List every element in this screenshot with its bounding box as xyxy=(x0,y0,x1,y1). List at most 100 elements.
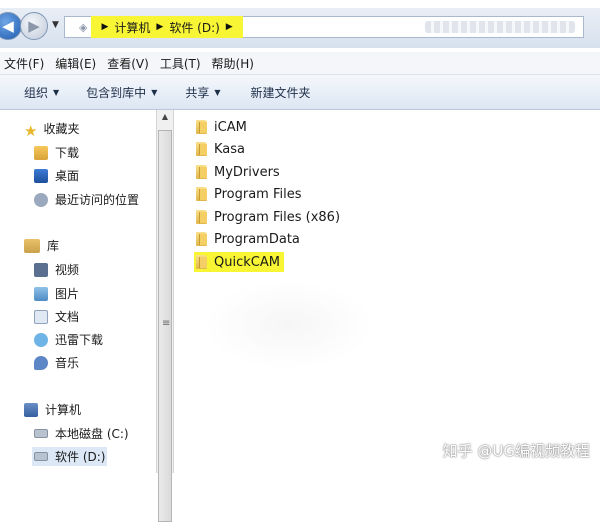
nav-thunder-label: 迅雷下载 xyxy=(55,333,104,347)
scroll-thumb[interactable]: ≡ xyxy=(158,130,172,522)
nav-drive-c[interactable]: 本地磁盘 (C:) xyxy=(34,425,129,442)
forward-button[interactable]: ▶ xyxy=(20,12,48,40)
nav-libraries[interactable]: 库 xyxy=(24,237,59,254)
list-item[interactable]: Kasa xyxy=(196,139,245,159)
music-icon xyxy=(34,355,48,370)
nav-pictures-label: 图片 xyxy=(55,287,80,301)
forward-arrow-icon: ▶ xyxy=(28,17,40,35)
menu-view[interactable]: 查看(V) xyxy=(102,55,154,72)
back-arrow-icon: ◀ xyxy=(2,17,14,35)
file-list: iCAM Kasa MyDrivers Program Files Progra… xyxy=(174,110,600,473)
list-item-highlighted[interactable]: QuickCAM xyxy=(194,252,284,272)
file-name: Kasa xyxy=(214,141,246,157)
command-bar: 组织 ▼ 包含到库中 ▼ 共享 ▼ 新建文件夹 xyxy=(0,75,600,110)
file-name: ProgramData xyxy=(214,231,300,247)
nav-downloads-label: 下载 xyxy=(55,146,80,160)
nav-drive-d[interactable]: 软件 (D:) xyxy=(32,447,108,466)
breadcrumb-drive-d[interactable]: 软件 (D:) xyxy=(169,19,219,36)
navigation-pane: ★ 收藏夹 下载 桌面 最近访问的位置 库 视频 图片 文档 迅雷下载 音乐 计… xyxy=(0,110,156,473)
folder-icon xyxy=(196,187,207,201)
library-icon xyxy=(24,238,40,253)
computer-small-icon: ◈ xyxy=(79,20,88,34)
nav-documents-label: 文档 xyxy=(55,310,80,324)
nav-drive-c-label: 本地磁盘 (C:) xyxy=(55,427,129,441)
file-name: QuickCAM xyxy=(214,254,280,270)
watermark: 知乎 @UG编视频教程 xyxy=(442,442,590,460)
downloads-folder-icon xyxy=(34,145,48,160)
breadcrumb-computer[interactable]: 计算机 xyxy=(114,19,150,36)
folder-icon xyxy=(196,210,207,224)
file-name: Program Files xyxy=(214,186,302,202)
file-name: iCAM xyxy=(214,119,247,135)
folder-icon xyxy=(196,142,207,156)
dropdown-arrow-icon: ▼ xyxy=(214,87,221,97)
file-name: MyDrivers xyxy=(214,164,280,180)
nav-recent[interactable]: 最近访问的位置 xyxy=(34,191,139,208)
nav-favorites-label: 收藏夹 xyxy=(43,122,80,136)
nav-desktop-label: 桌面 xyxy=(55,169,80,183)
include-library-button[interactable]: 包含到库中 ▼ xyxy=(86,84,157,101)
breadcrumb: ▶ 计算机 ▶ 软件 (D:) ▶ xyxy=(91,16,243,38)
include-library-label: 包含到库中 xyxy=(86,85,147,100)
nav-thunder-downloads[interactable]: 迅雷下载 xyxy=(34,331,103,348)
chevron-right-icon[interactable]: ▶ xyxy=(156,22,163,32)
nav-videos[interactable]: 视频 xyxy=(34,261,79,278)
documents-icon xyxy=(34,309,48,324)
folder-icon xyxy=(196,120,207,134)
nav-computer[interactable]: 计算机 xyxy=(24,401,81,418)
computer-icon xyxy=(24,402,38,417)
nav-computer-label: 计算机 xyxy=(45,403,82,417)
chevron-right-icon[interactable]: ▶ xyxy=(101,22,108,32)
scroll-up-icon[interactable]: ▲ xyxy=(157,112,173,121)
nav-recent-label: 最近访问的位置 xyxy=(55,193,140,207)
address-box[interactable]: ◈ ▶ 计算机 ▶ 软件 (D:) ▶ xyxy=(64,16,584,38)
menu-help[interactable]: 帮助(H) xyxy=(207,55,259,72)
list-item[interactable]: MyDrivers xyxy=(196,162,280,182)
nav-libraries-label: 库 xyxy=(47,239,60,253)
nav-pictures[interactable]: 图片 xyxy=(34,285,79,302)
nav-favorites[interactable]: ★ 收藏夹 xyxy=(24,120,80,140)
share-button[interactable]: 共享 ▼ xyxy=(185,84,220,101)
drive-icon xyxy=(34,452,48,461)
obscured-search-area xyxy=(425,21,575,33)
dropdown-arrow-icon: ▼ xyxy=(53,87,60,97)
video-icon xyxy=(34,262,48,277)
recent-places-icon xyxy=(34,192,48,207)
nav-documents[interactable]: 文档 xyxy=(34,308,79,325)
menu-file[interactable]: 文件(F) xyxy=(0,55,49,72)
folder-icon xyxy=(196,255,207,269)
dropdown-arrow-icon: ▼ xyxy=(151,87,158,97)
nav-music[interactable]: 音乐 xyxy=(34,354,79,371)
grip-icon: ≡ xyxy=(162,318,171,329)
folder-icon xyxy=(196,232,207,246)
star-icon: ★ xyxy=(24,121,38,140)
new-folder-button[interactable]: 新建文件夹 xyxy=(251,84,311,101)
drive-icon xyxy=(34,429,48,438)
menu-tools[interactable]: 工具(T) xyxy=(155,55,206,72)
organize-button[interactable]: 组织 ▼ xyxy=(24,84,59,101)
organize-label: 组织 xyxy=(24,85,49,100)
nav-desktop[interactable]: 桌面 xyxy=(34,167,79,184)
thunder-icon xyxy=(34,332,48,347)
menu-bar: 文件(F) 编辑(E) 查看(V) 工具(T) 帮助(H) xyxy=(0,52,600,75)
list-item[interactable]: ProgramData xyxy=(196,229,300,249)
list-item[interactable]: Program Files (x86) xyxy=(196,207,340,227)
pictures-icon xyxy=(34,286,48,301)
share-label: 共享 xyxy=(185,85,210,100)
folder-icon xyxy=(196,165,207,179)
chevron-right-icon[interactable]: ▶ xyxy=(226,22,233,32)
nav-videos-label: 视频 xyxy=(55,263,80,277)
obscured-area xyxy=(204,280,374,370)
back-button[interactable]: ◀ xyxy=(0,12,22,40)
nav-downloads[interactable]: 下载 xyxy=(34,144,79,161)
address-bar: ◀ ▶ ▼ ◈ ▶ 计算机 ▶ 软件 (D:) ▶ xyxy=(0,8,600,48)
nav-drive-d-label: 软件 (D:) xyxy=(55,450,106,464)
nav-music-label: 音乐 xyxy=(55,356,80,370)
desktop-icon xyxy=(34,168,48,183)
nav-scrollbar[interactable]: ▲ ≡ xyxy=(156,110,174,522)
menu-edit[interactable]: 编辑(E) xyxy=(50,55,101,72)
list-item[interactable]: iCAM xyxy=(196,117,247,137)
file-name: Program Files (x86) xyxy=(214,209,341,225)
list-item[interactable]: Program Files xyxy=(196,184,302,204)
history-dropdown-icon[interactable]: ▼ xyxy=(52,20,59,30)
